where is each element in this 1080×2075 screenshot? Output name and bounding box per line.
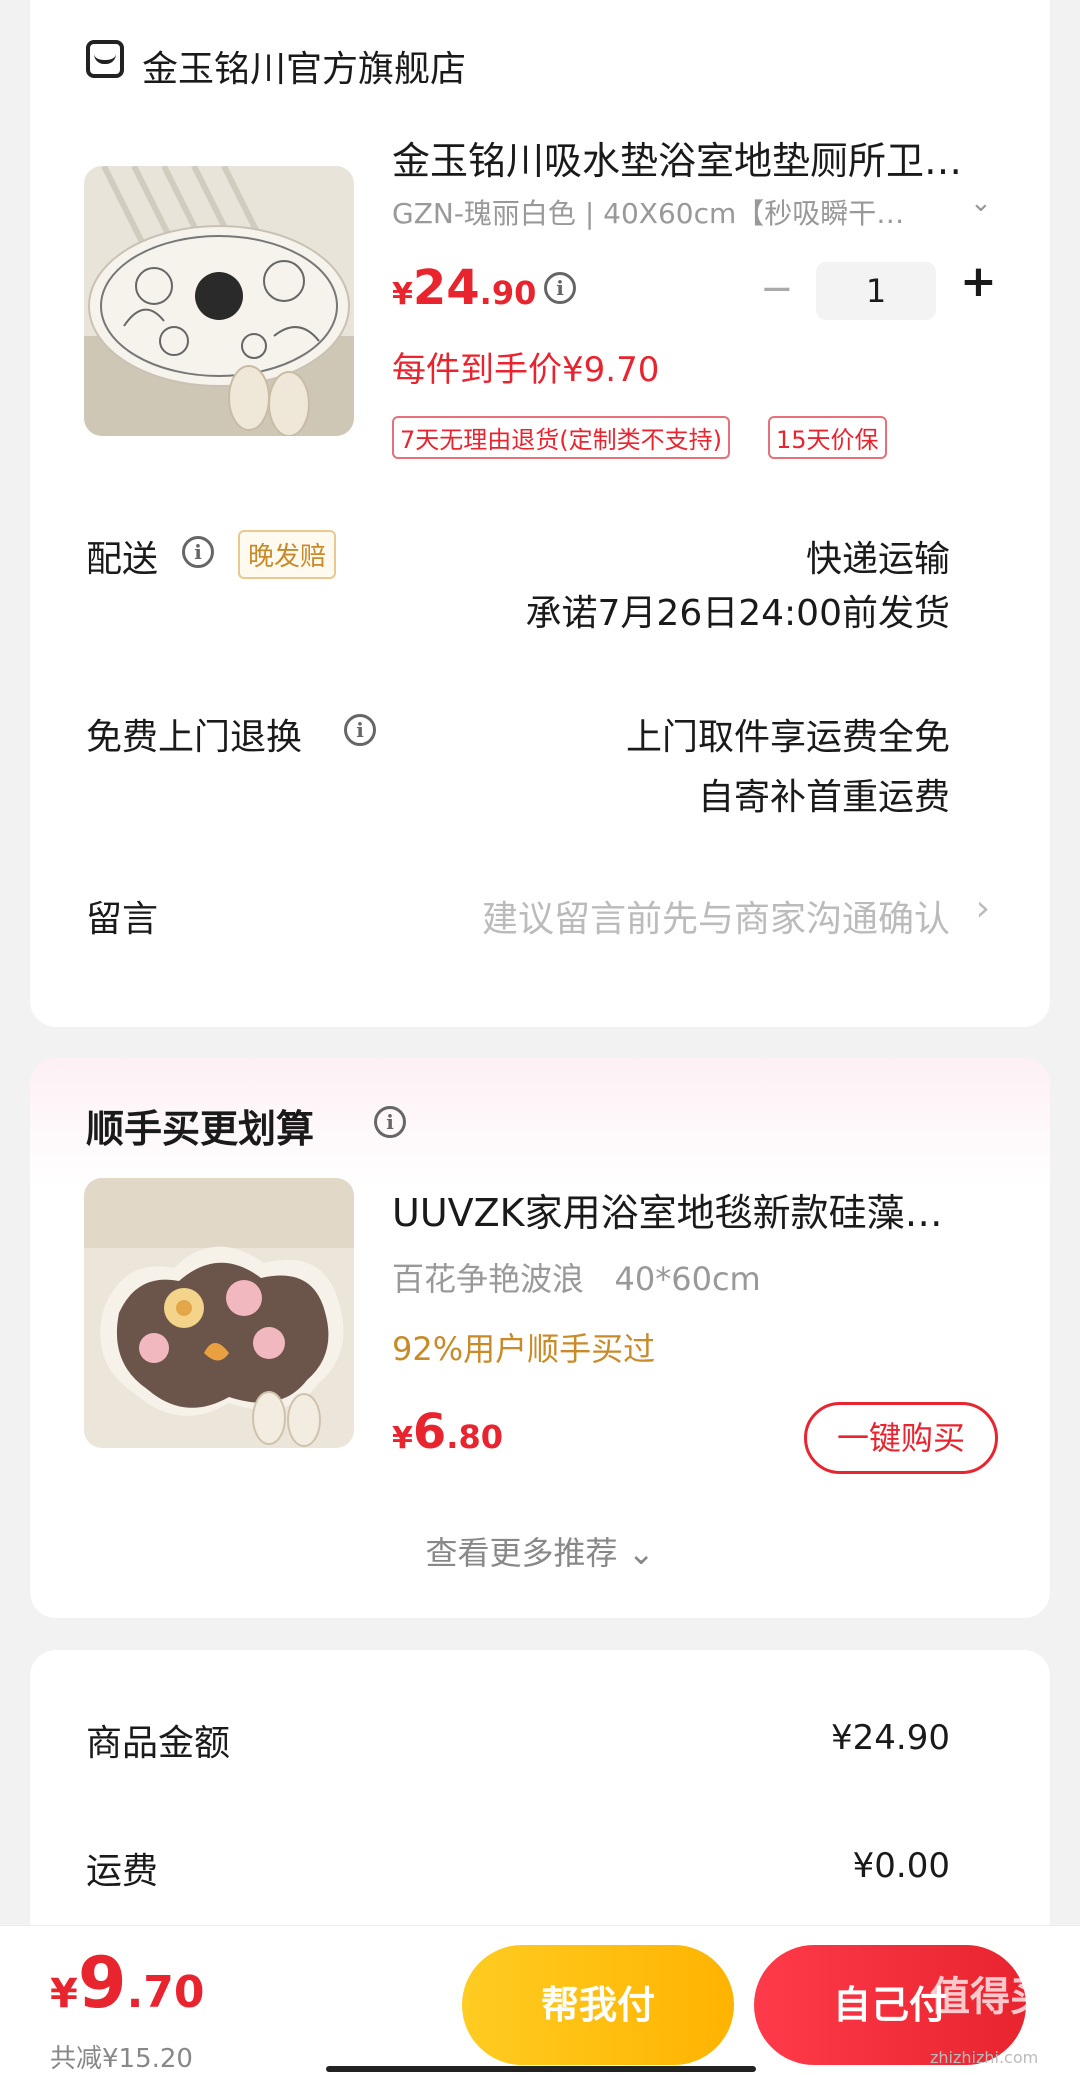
goods-amount-label: 商品金额 xyxy=(86,1723,231,1764)
product-image[interactable] xyxy=(84,166,354,436)
watermark-url: zhizhizhi.com xyxy=(930,2048,1039,2067)
upsell-product-spec: 百花争艳波浪 40*60cm xyxy=(392,1260,761,1298)
product-spec[interactable]: GZN-瑰丽白色 | 40X60cm【秒吸瞬干… xyxy=(392,192,952,232)
chevron-down-icon[interactable]: ⌄ xyxy=(970,188,992,218)
message-label: 留言 xyxy=(86,899,159,940)
watermark-logo: 值得买 xyxy=(930,1974,1050,2020)
delivery-promise: 承诺7月26日24:00前发货 xyxy=(525,593,950,634)
home-indicator xyxy=(326,2066,756,2072)
product-price: ¥24.90 xyxy=(392,260,537,316)
saved-amount: 共减¥15.20 xyxy=(50,2044,193,2074)
total-price: ¥9.70 xyxy=(50,1942,205,2024)
store-name[interactable]: 金玉铭川官方旗舰店 xyxy=(142,40,466,92)
shipping-label: 运费 xyxy=(86,1851,159,1892)
upsell-info-icon[interactable]: i xyxy=(374,1106,406,1138)
one-click-buy-button[interactable]: 一键购买 xyxy=(804,1402,998,1474)
shipping-value: ¥0.00 xyxy=(852,1846,950,1886)
free-return-label: 免费上门退换 xyxy=(86,717,303,758)
unit-price-label: 每件到手价¥9.70 xyxy=(392,350,660,390)
chevron-right-icon[interactable]: › xyxy=(976,888,990,929)
return-info-icon[interactable]: i xyxy=(344,714,376,746)
quantity-input[interactable]: 1 xyxy=(816,262,936,320)
see-more-label: 查看更多推荐 xyxy=(425,1534,618,1572)
delivery-label: 配送 xyxy=(86,539,159,580)
quantity-minus-button[interactable]: − xyxy=(760,266,794,312)
return-policy-tag: 7天无理由退货(定制类不支持) xyxy=(392,416,730,459)
late-compensation-badge: 晚发赔 xyxy=(238,530,337,579)
help-me-pay-button[interactable]: 帮我付 xyxy=(462,1945,734,2065)
price-info-icon[interactable]: i xyxy=(544,272,576,304)
product-title[interactable]: 金玉铭川吸水垫浴室地垫厕所卫… xyxy=(392,130,1002,185)
goods-amount-value: ¥24.90 xyxy=(831,1718,950,1758)
chevron-down-icon: ⌄ xyxy=(627,1534,655,1572)
store-order-card: 金玉铭川官方旗舰店 金玉铭川吸水垫浴室地垫厕所卫… GZN-瑰丽白色 | 40X… xyxy=(30,0,1050,1027)
upsell-product-title[interactable]: UUVZK家用浴室地毯新款硅藻… xyxy=(392,1182,1012,1237)
checkout-bar: ¥9.70 共减¥15.20 帮我付 自己付 值得买 zhizhizhi.com xyxy=(0,1925,1080,2075)
return-line2: 自寄补首重运费 xyxy=(697,777,950,818)
return-line1: 上门取件享运费全免 xyxy=(625,717,950,758)
delivery-info-icon[interactable]: i xyxy=(182,536,214,568)
quantity-plus-button[interactable]: + xyxy=(960,256,997,307)
see-more-button[interactable]: 查看更多推荐 ⌄ xyxy=(30,1528,1050,1574)
upsell-price: ¥6.80 xyxy=(392,1404,503,1460)
message-input[interactable]: 建议留言前先与商家沟通确认 xyxy=(482,890,950,942)
upsell-card: 顺手买更划算 i UUVZK家用浴室地毯新款硅藻… 百花争艳波浪 40*60cm… xyxy=(30,1058,1050,1618)
price-protect-tag: 15天价保 xyxy=(768,416,887,459)
upsell-product-image[interactable] xyxy=(84,1178,354,1448)
delivery-method: 快递运输 xyxy=(805,539,950,580)
store-icon xyxy=(86,40,124,78)
upsell-title: 顺手买更划算 xyxy=(86,1107,315,1151)
upsell-stat: 92%用户顺手买过 xyxy=(392,1330,656,1368)
